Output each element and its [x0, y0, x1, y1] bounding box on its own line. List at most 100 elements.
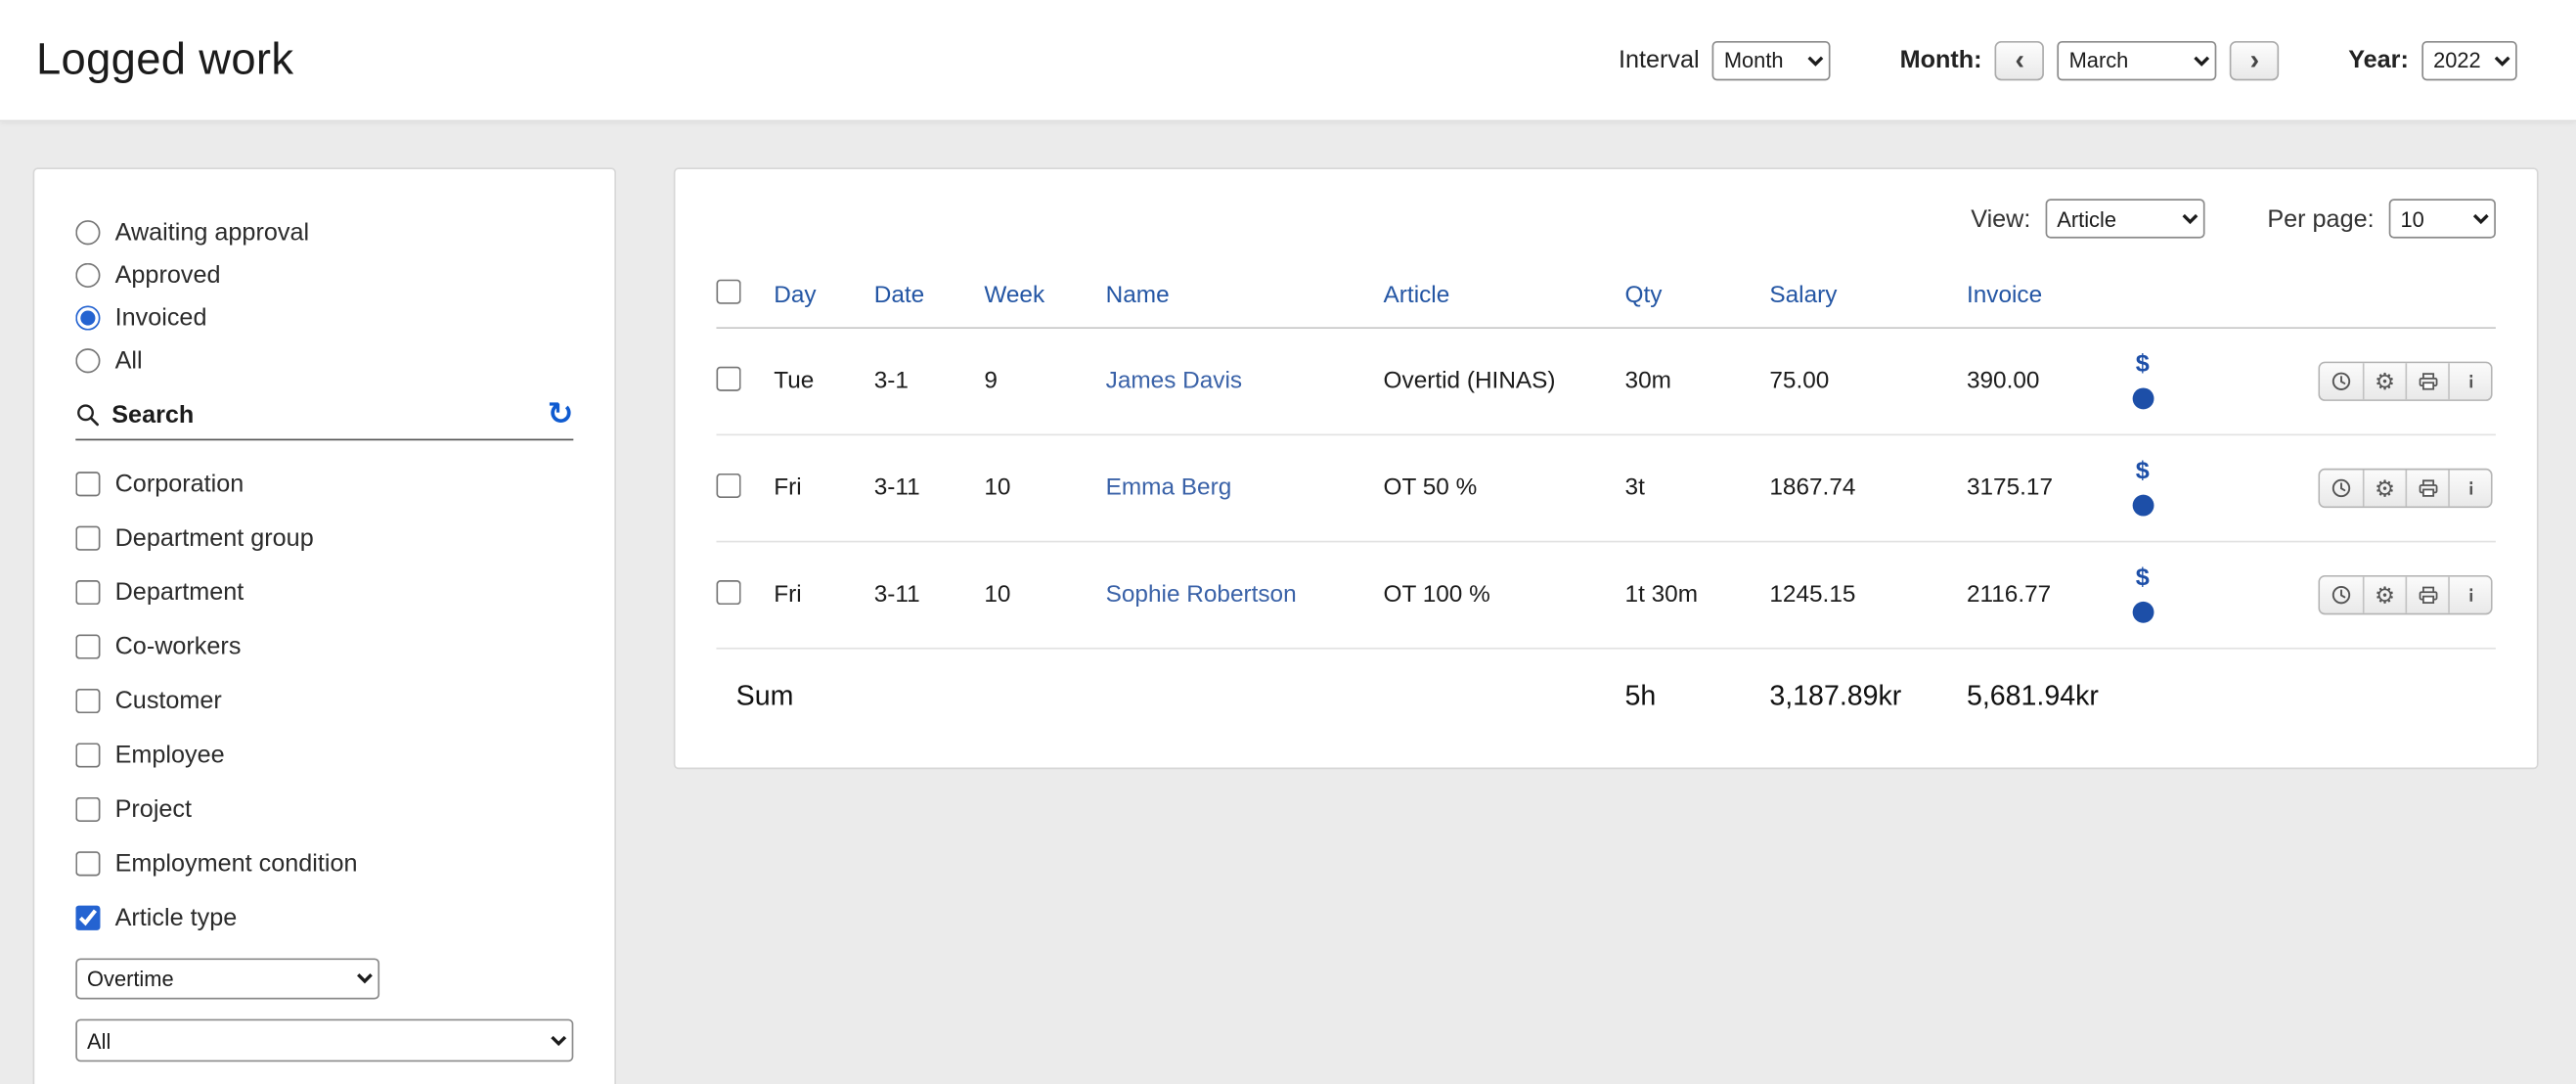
- cell-name-link[interactable]: Emma Berg: [1106, 475, 1384, 502]
- row-select-checkbox[interactable]: [716, 366, 740, 390]
- print-button[interactable]: [2406, 363, 2449, 399]
- info-button[interactable]: [2448, 363, 2491, 399]
- cell-salary: 1867.74: [1769, 475, 1967, 502]
- table-body: Tue 3-1 9 James Davis Overtid (HINAS) 30…: [716, 329, 2495, 650]
- filter-checkbox-department-group[interactable]: Department group: [75, 524, 573, 553]
- month-label: Month:: [1900, 46, 1982, 74]
- interval-label: Interval: [1619, 46, 1700, 74]
- info-button[interactable]: [2448, 470, 2491, 506]
- sum-invoice: 5,681.94kr: [1967, 681, 2319, 714]
- cell-salary: 1245.15: [1769, 582, 1967, 609]
- filter-checkbox-label: Employment condition: [115, 850, 358, 879]
- info-button[interactable]: [2448, 577, 2491, 613]
- cell-name-link[interactable]: Sophie Robertson: [1106, 582, 1384, 609]
- article-type-select[interactable]: Overtime: [75, 958, 379, 999]
- search-input[interactable]: [111, 401, 547, 429]
- clock-icon: [2330, 583, 2353, 607]
- filter-checkbox-input[interactable]: [75, 689, 100, 713]
- filter-checkbox-input[interactable]: [75, 851, 100, 876]
- cell-date: 3-1: [874, 368, 985, 394]
- column-header-qty[interactable]: Qty: [1625, 283, 1770, 309]
- refresh-icon[interactable]: ↻: [548, 402, 574, 429]
- filter-checkbox-employment-condition[interactable]: Employment condition: [75, 850, 573, 879]
- time-log-button[interactable]: [2320, 470, 2363, 506]
- column-header-week[interactable]: Week: [984, 283, 1105, 309]
- settings-button[interactable]: ⚙: [2363, 470, 2406, 506]
- interval-group: Interval Month: [1619, 40, 1831, 79]
- settings-button[interactable]: ⚙: [2363, 363, 2406, 399]
- column-header-invoice[interactable]: Invoice: [1967, 283, 2129, 309]
- column-header-article[interactable]: Article: [1384, 283, 1625, 309]
- printer-icon: [2416, 583, 2439, 607]
- status-radio-input[interactable]: [75, 263, 100, 288]
- status-radio-all[interactable]: All: [75, 346, 573, 375]
- cell-article: OT 50 %: [1384, 475, 1625, 502]
- per-page-select[interactable]: 10: [2389, 199, 2496, 238]
- table-row: Fri 3-11 10 Emma Berg OT 50 % 3t 1867.74…: [716, 435, 2495, 542]
- filter-checkbox-customer[interactable]: Customer: [75, 687, 573, 715]
- cell-article: Overtid (HINAS): [1384, 368, 1625, 394]
- filter-checkbox-label: Project: [115, 795, 192, 824]
- filter-checkbox-input[interactable]: [75, 526, 100, 551]
- cell-invoice: 2116.77: [1967, 582, 2129, 609]
- status-radio-awaiting-approval[interactable]: Awaiting approval: [75, 218, 573, 247]
- status-radio-input[interactable]: [75, 305, 100, 330]
- status-stack: $: [2129, 567, 2155, 623]
- filter-checkbox-article-type[interactable]: Article type: [75, 904, 573, 932]
- cell-qty: 30m: [1625, 368, 1770, 394]
- previous-month-button[interactable]: ‹: [1995, 40, 2044, 79]
- filter-checkbox-employee[interactable]: Employee: [75, 742, 573, 770]
- print-button[interactable]: [2406, 470, 2449, 506]
- gear-icon: ⚙: [2375, 476, 2395, 500]
- print-button[interactable]: [2406, 577, 2449, 613]
- status-radio-input[interactable]: [75, 348, 100, 373]
- cell-article: OT 100 %: [1384, 582, 1625, 609]
- filter-checkbox-input[interactable]: [75, 743, 100, 767]
- status-radio-label: Invoiced: [115, 304, 207, 333]
- year-select[interactable]: 2022: [2421, 40, 2516, 79]
- filter-checkbox-project[interactable]: Project: [75, 795, 573, 824]
- settings-button[interactable]: ⚙: [2363, 577, 2406, 613]
- filter-sidebar: Awaiting approval Approved Invoiced All …: [33, 167, 616, 1084]
- filter-checkbox-input[interactable]: [75, 797, 100, 822]
- column-header-date[interactable]: Date: [874, 283, 985, 309]
- view-select[interactable]: Article: [2046, 199, 2205, 238]
- select-all-checkbox[interactable]: [716, 280, 740, 304]
- interval-select[interactable]: Month: [1712, 40, 1831, 79]
- filter-checkbox-corporation[interactable]: Corporation: [75, 470, 573, 498]
- content-area: Awaiting approval Approved Invoiced All …: [0, 121, 2576, 1084]
- filter-checkbox-input[interactable]: [75, 580, 100, 605]
- filter-checkbox-co-workers[interactable]: Co-workers: [75, 633, 573, 661]
- results-panel: View: Article Per page: 10 Day Date Week…: [674, 167, 2539, 769]
- filter-checkbox-input[interactable]: [75, 906, 100, 930]
- time-log-button[interactable]: [2320, 577, 2363, 613]
- month-select[interactable]: March: [2058, 40, 2217, 79]
- clock-icon: [2330, 370, 2353, 393]
- invoiced-status-dot: [2132, 387, 2154, 409]
- search-field[interactable]: ↻: [75, 401, 573, 440]
- status-radio-invoiced[interactable]: Invoiced: [75, 304, 573, 333]
- row-select-checkbox[interactable]: [716, 579, 740, 604]
- cell-actions: ⚙: [2318, 362, 2495, 401]
- gear-icon: ⚙: [2375, 370, 2395, 393]
- cell-name-link[interactable]: James Davis: [1106, 368, 1384, 394]
- filter-checkbox-input[interactable]: [75, 634, 100, 658]
- column-header-day[interactable]: Day: [774, 283, 873, 309]
- filter-checkbox-input[interactable]: [75, 472, 100, 496]
- article-select[interactable]: All: [75, 1019, 573, 1062]
- next-month-button[interactable]: ›: [2230, 40, 2279, 79]
- status-radio-approved[interactable]: Approved: [75, 261, 573, 290]
- column-header-name[interactable]: Name: [1106, 283, 1384, 309]
- filter-checkbox-list: Corporation Department group Department …: [75, 470, 573, 931]
- filter-checkbox-department[interactable]: Department: [75, 578, 573, 607]
- cell-invoice: 390.00: [1967, 368, 2129, 394]
- row-select-checkbox[interactable]: [716, 473, 740, 497]
- status-radio-input[interactable]: [75, 220, 100, 245]
- cell-week: 10: [984, 475, 1105, 502]
- table-header-row: Day Date Week Name Article Qty Salary In…: [716, 264, 2495, 329]
- info-icon: [2459, 476, 2482, 500]
- time-log-button[interactable]: [2320, 363, 2363, 399]
- row-actions-group: ⚙: [2318, 575, 2492, 614]
- column-header-salary[interactable]: Salary: [1769, 283, 1967, 309]
- filter-checkbox-label: Corporation: [115, 470, 244, 498]
